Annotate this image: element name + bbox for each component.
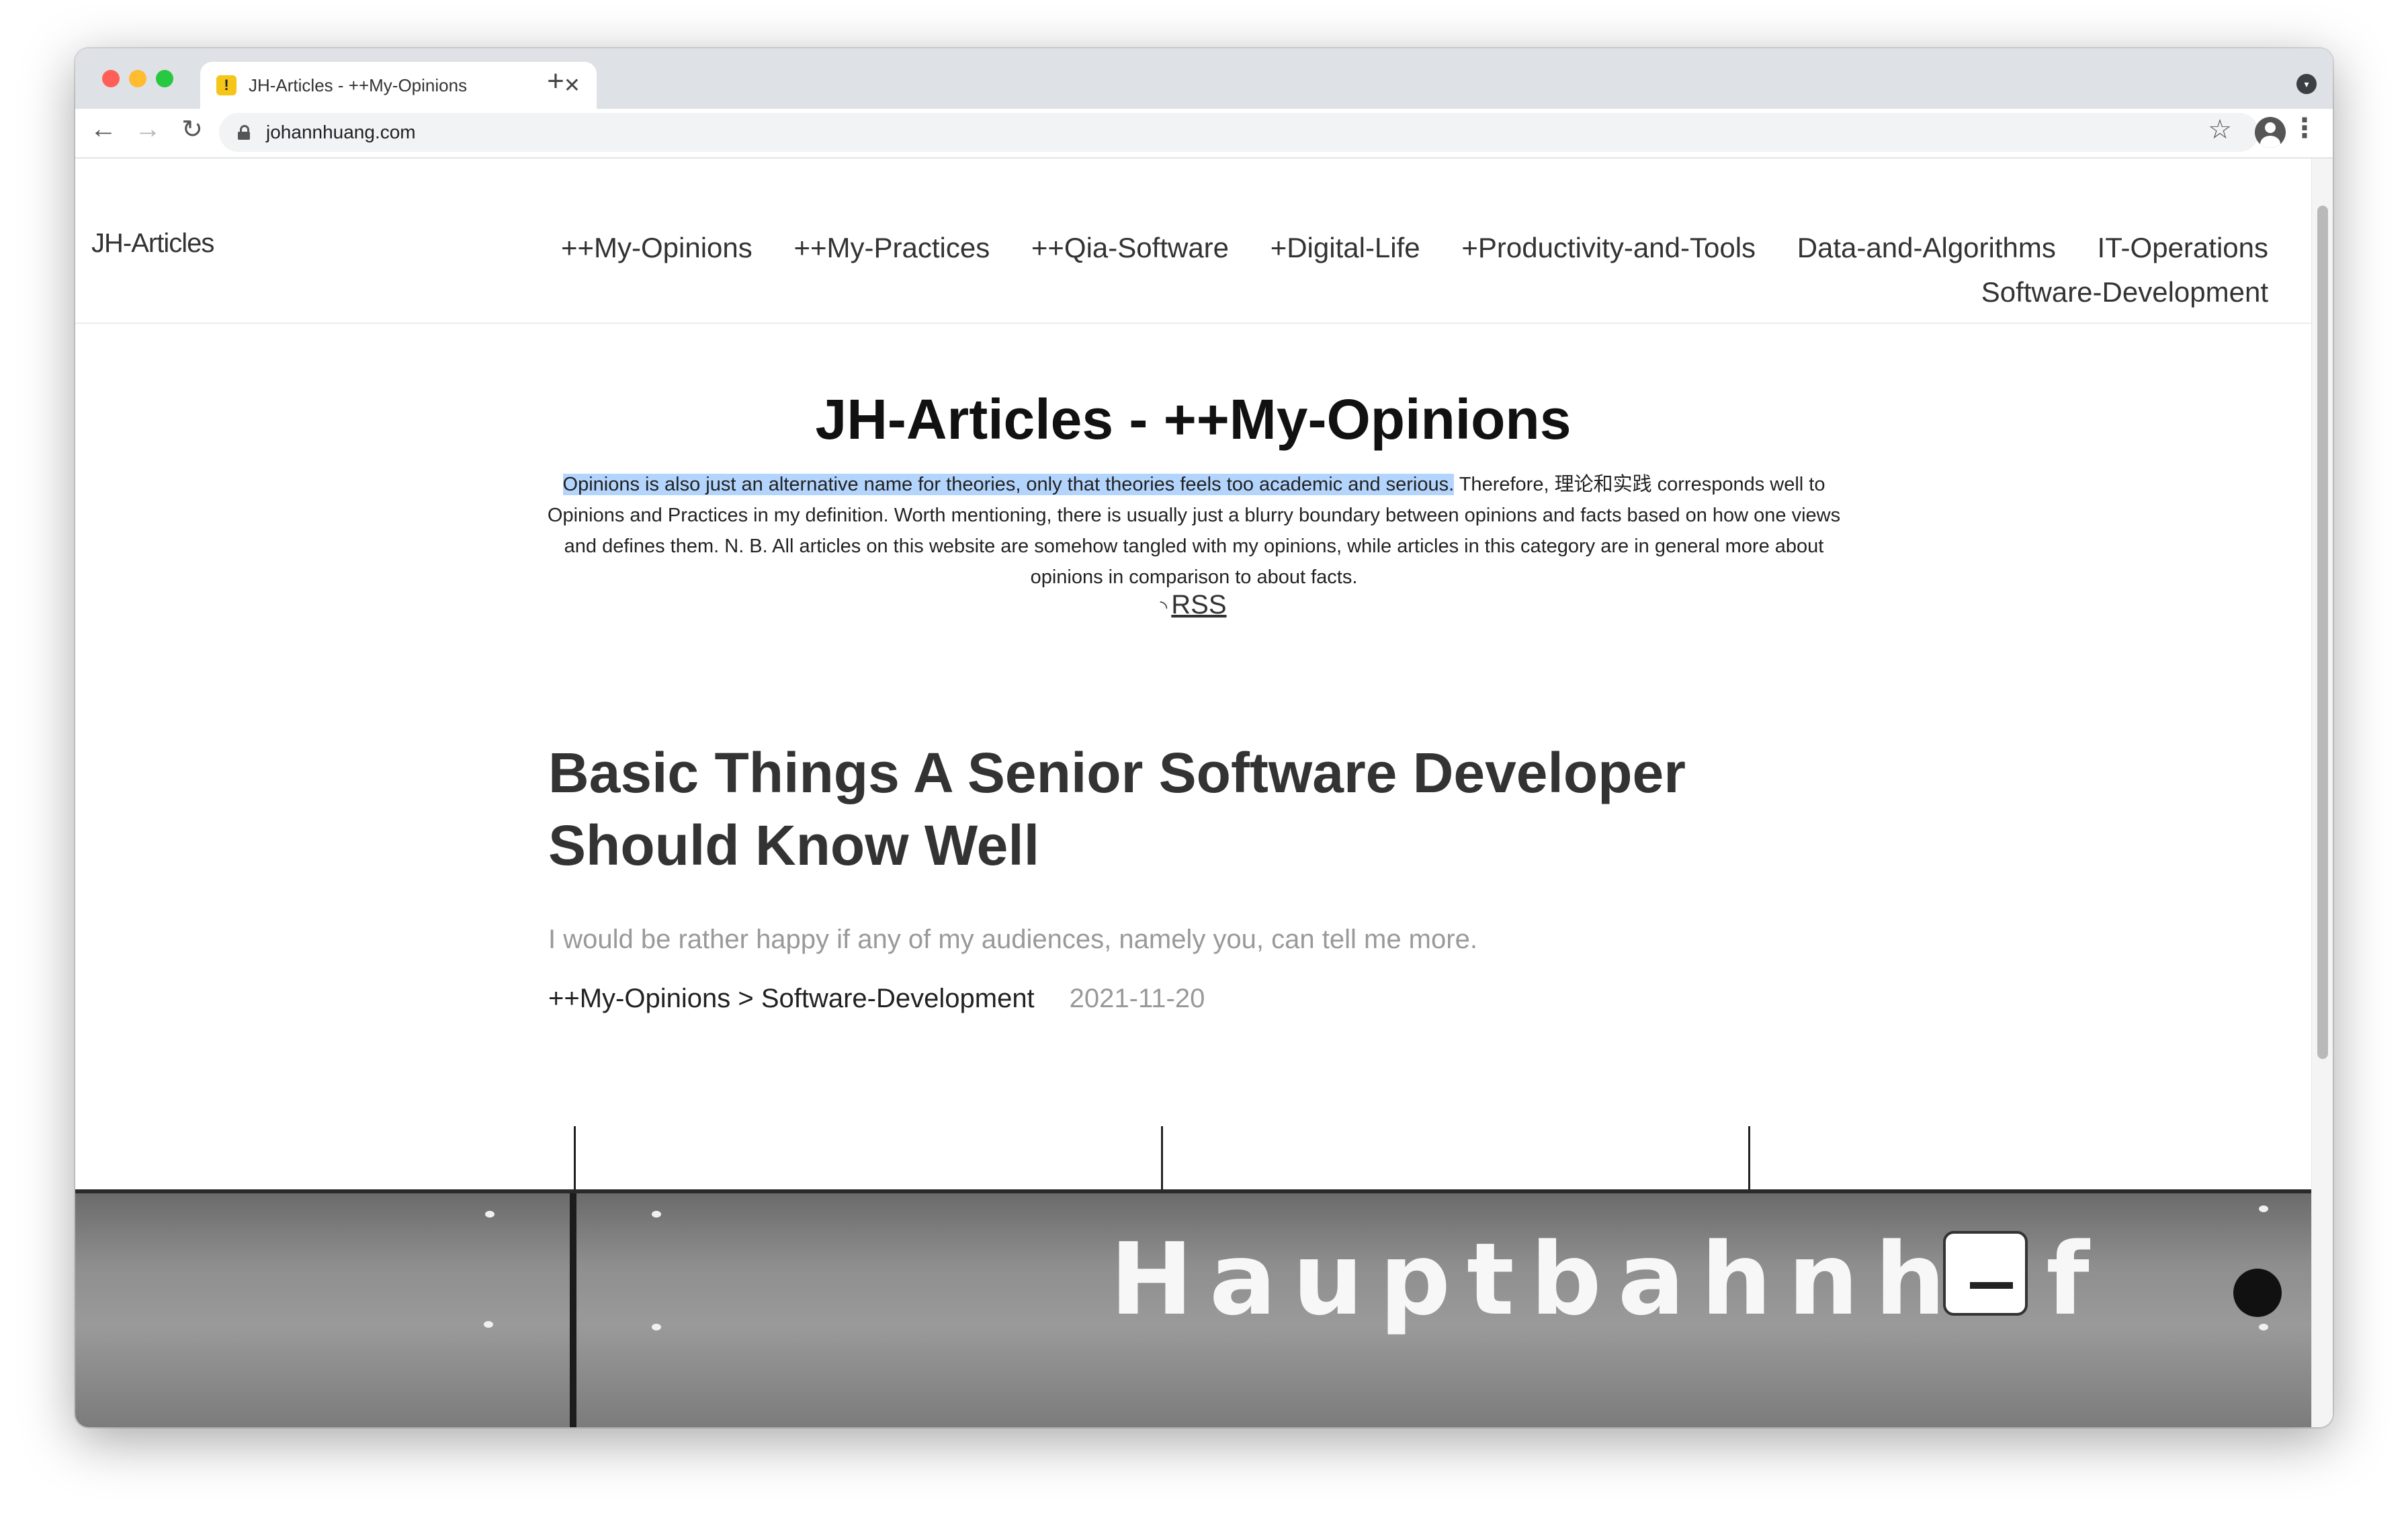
vertical-scrollbar[interactable] [2311,159,2333,1427]
profile-icon[interactable] [2255,117,2286,148]
maximize-window-button[interactable] [156,70,173,87]
new-tab-button[interactable]: + [539,65,572,98]
post-date: 2021-11-20 [1069,984,1205,1013]
page-viewport: JH-Articles ++My-Opinions ++My-Practices… [75,159,2311,1427]
rivet [485,1211,494,1218]
station-sign: Hauptbahnhof [75,1189,2311,1427]
sign-dot [2233,1269,2282,1317]
favicon-icon: ! [216,75,236,95]
star-icon[interactable]: ☆ [2208,114,2232,145]
sign-pole [1161,1126,1163,1191]
rss-container: ◝ RSS [75,590,2311,620]
nav-link-software-development[interactable]: Software-Development [1981,276,2268,308]
tab-strip: ! JH-Articles - ++My-Opinions ✕ + ▾ [75,48,2333,109]
close-window-button[interactable] [102,70,120,87]
forward-icon[interactable]: → [129,114,167,144]
nav-link-qia-software[interactable]: ++Qia-Software [1031,232,1229,263]
reload-icon[interactable]: ↻ [173,114,211,144]
tab-title: JH-Articles - ++My-Opinions [249,75,468,95]
rivet [2259,1324,2268,1330]
banner-image: Hauptbahnhof [75,1126,2311,1427]
rss-link[interactable]: RSS [1171,590,1226,620]
post-meta: ++My-Opinions > Software-Development 2021… [548,984,1205,1014]
address-bar[interactable]: johannhuang.com [219,113,2259,152]
post-breadcrumb-link[interactable]: ++My-Opinions > Software-Development [548,984,1035,1013]
sign-pole [1748,1126,1750,1191]
browser-toolbar: ← → ↻ johannhuang.com ☆ ⋮ [75,109,2333,159]
nav-link-it-operations[interactable]: IT-Operations [2098,232,2268,263]
url-text[interactable]: johannhuang.com [266,122,416,143]
station-symbol-icon [1943,1231,2028,1316]
selected-text: Opinions is also just an alternative nam… [562,474,1455,495]
rivet [652,1211,661,1218]
site-brand-link[interactable]: JH-Articles [91,228,214,259]
lock-icon[interactable] [238,125,250,140]
rss-icon: ◝ [1160,597,1168,618]
nav-links: ++My-Opinions ++My-Practices ++Qia-Softw… [454,226,2268,314]
scrollbar-thumb[interactable] [2317,206,2328,1059]
rivet [652,1324,661,1330]
category-description: Opinions is also just an alternative nam… [546,469,1842,593]
nav-link-data-and-algorithms[interactable]: Data-and-Algorithms [1797,232,2056,263]
site-navigation: JH-Articles ++My-Opinions ++My-Practices… [75,159,2311,324]
sign-divider [570,1193,576,1427]
browser-window: ! JH-Articles - ++My-Opinions ✕ + ▾ ← → … [75,48,2333,1427]
back-icon[interactable]: ← [85,114,122,144]
nav-link-productivity-and-tools[interactable]: +Productivity-and-Tools [1461,232,1756,263]
sign-pole [574,1126,576,1191]
minimize-window-button[interactable] [129,70,146,87]
browser-tab[interactable]: ! JH-Articles - ++My-Opinions ✕ [200,62,597,109]
nav-link-my-opinions[interactable]: ++My-Opinions [561,232,752,263]
post-subtitle: I would be rather happy if any of my aud… [548,925,1477,954]
nav-link-digital-life[interactable]: +Digital-Life [1271,232,1420,263]
page-title: JH-Articles - ++My-Opinions [815,388,1572,451]
nav-link-my-practices[interactable]: ++My-Practices [793,232,990,263]
post-title-link[interactable]: Basic Things A Senior Software Developer… [548,736,1825,882]
menu-icon[interactable]: ⋮ [2291,113,2318,144]
rivet [484,1321,493,1328]
tab-search-icon[interactable]: ▾ [2296,74,2317,94]
rivet [2259,1205,2268,1212]
